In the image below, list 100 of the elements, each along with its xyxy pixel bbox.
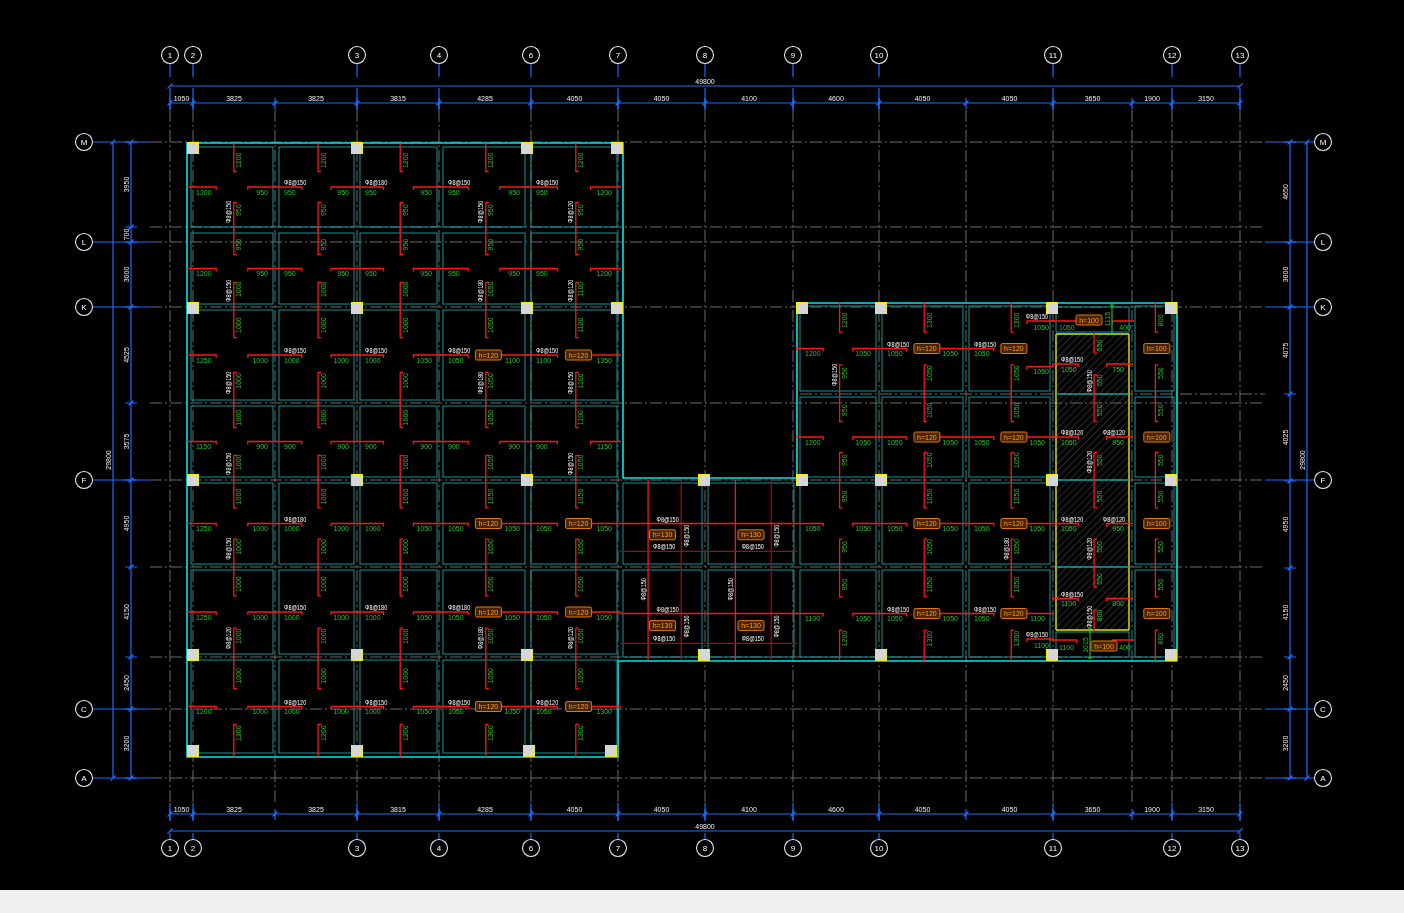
axis-bubble: 7 (608, 45, 628, 65)
axis-leader-line (704, 802, 706, 841)
column-marker (521, 474, 533, 486)
axis-leader-line (1171, 62, 1173, 111)
support-rebar (1093, 332, 1098, 354)
column-marker (351, 142, 363, 154)
column-marker (796, 474, 808, 486)
support-rebar (1051, 597, 1079, 603)
support-rebar (795, 347, 824, 353)
axis-bubble: 10 (869, 838, 889, 858)
support-rebar (838, 629, 844, 662)
column-marker (187, 302, 199, 314)
axis-bubble: L (1313, 232, 1333, 252)
axis-bubble: 12 (1162, 45, 1182, 65)
axis-bubble: 4 (429, 838, 449, 858)
axis-leader-line (1264, 141, 1316, 143)
column-marker (698, 474, 710, 486)
support-rebar (186, 267, 217, 273)
support-rebar (186, 611, 217, 616)
axis-bubble: F (1313, 470, 1333, 490)
axis-leader-line (878, 62, 880, 111)
column-marker (875, 302, 887, 314)
axis-leader-line (1264, 479, 1316, 481)
axis-bubble: K (1313, 297, 1333, 317)
axis-bubble: 7 (608, 838, 628, 858)
support-rebar (1106, 363, 1134, 368)
column-marker (521, 302, 533, 314)
support-rebar (795, 612, 824, 618)
column-marker (1165, 649, 1177, 661)
axis-leader-line (438, 802, 440, 841)
axis-leader-line (530, 62, 532, 111)
support-rebar (838, 301, 844, 333)
axis-leader-line (617, 802, 619, 841)
axis-bubble: L (74, 232, 94, 252)
support-rebar (795, 522, 824, 528)
axis-leader-line (530, 802, 532, 841)
axis-bubble: 8 (695, 838, 715, 858)
axis-leader-line (169, 62, 171, 111)
support-rebar (1111, 320, 1135, 325)
column-marker (1046, 302, 1058, 314)
axis-bubble: 1 (160, 838, 180, 858)
column-marker (875, 649, 887, 661)
support-rebar (923, 629, 928, 662)
axis-leader-line (1264, 777, 1316, 779)
column-marker (698, 649, 710, 661)
axis-bubble: 9 (783, 45, 803, 65)
column-marker (611, 142, 623, 154)
column-marker (521, 649, 533, 661)
axis-leader-line (91, 141, 151, 143)
column-marker (187, 142, 199, 154)
axis-leader-line (878, 802, 880, 841)
axis-bubble: K (74, 297, 94, 317)
support-rebar (923, 301, 928, 333)
axis-bubble: A (1313, 768, 1333, 788)
axis-leader-line (617, 62, 619, 111)
column-marker (1046, 474, 1058, 486)
axis-leader-line (1052, 802, 1054, 841)
support-rebar (795, 436, 824, 441)
support-rebar (1093, 609, 1098, 632)
column-marker (351, 474, 363, 486)
axis-bubble: 13 (1230, 45, 1250, 65)
axis-leader-line (704, 62, 706, 111)
axis-bubble: 1 (160, 45, 180, 65)
column-marker (351, 649, 363, 661)
column-marker (351, 302, 363, 314)
column-marker (187, 649, 199, 661)
axis-leader-line (1239, 802, 1241, 841)
support-rebar (186, 354, 217, 359)
support-rebar (186, 440, 217, 446)
support-rebar (1010, 301, 1015, 333)
axis-bubble: 4 (429, 45, 449, 65)
axis-leader-line (1052, 62, 1054, 111)
column-marker (351, 745, 363, 757)
support-rebar (589, 440, 622, 446)
axis-leader-line (192, 802, 194, 841)
axis-leader-line (1264, 241, 1316, 243)
support-rebar (1111, 639, 1135, 644)
axis-bubble: 3 (347, 838, 367, 858)
support-rebar (1154, 629, 1160, 662)
support-rebar (1106, 436, 1134, 441)
axis-bubble: 10 (869, 45, 889, 65)
support-rebar (186, 705, 217, 711)
axis-bubble: 8 (695, 45, 715, 65)
axis-leader-line (792, 62, 794, 111)
axis-leader-line (438, 62, 440, 111)
axis-bubble: 13 (1230, 838, 1250, 858)
column-marker (605, 745, 617, 757)
support-rebar (1010, 629, 1015, 662)
axis-leader-line (1264, 708, 1316, 710)
support-rebar (589, 267, 622, 273)
support-rebar (186, 186, 217, 191)
support-rebar (233, 142, 238, 173)
support-rebar (485, 142, 490, 173)
column-marker (1165, 474, 1177, 486)
support-rebar (186, 522, 217, 528)
support-rebar (1106, 597, 1134, 603)
support-rebar (589, 354, 622, 359)
axis-bubble: 6 (521, 45, 541, 65)
column-marker (796, 302, 808, 314)
axis-leader-line (91, 777, 151, 779)
